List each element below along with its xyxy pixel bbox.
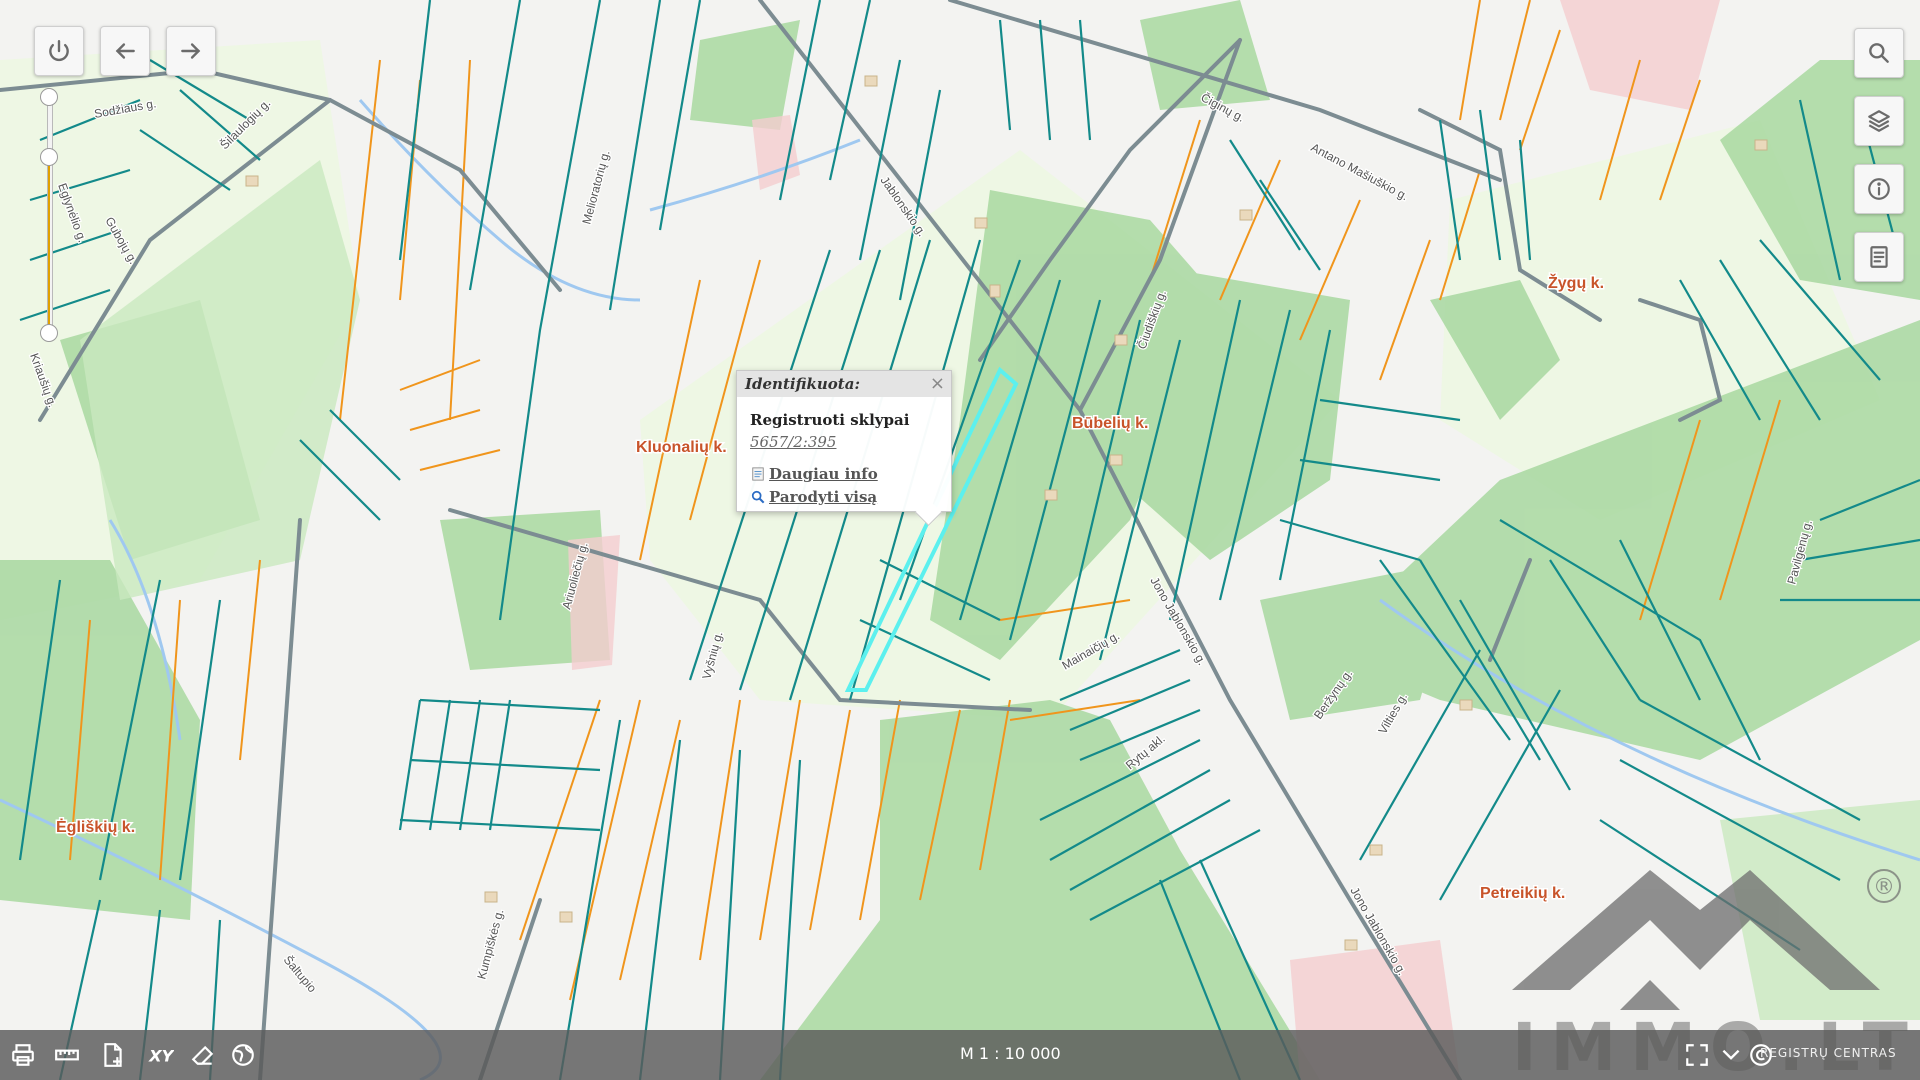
back-button[interactable] [100, 26, 150, 76]
zoom-level-handle[interactable] [40, 148, 58, 166]
chevron-down-icon [1722, 1049, 1740, 1060]
place-label: Kluonalių k. [636, 439, 727, 456]
provider-credit: REGISTRŲ CENTRAS [1760, 1046, 1897, 1060]
eraser-icon [191, 1045, 214, 1065]
identify-popup: Identifikuota: × Registruoti sklypai 565… [736, 370, 952, 526]
show-all-label: Parodyti visą [769, 488, 878, 506]
coordinates-button[interactable]: XY [146, 1040, 176, 1070]
magnifier-icon [751, 490, 765, 504]
search-icon [1869, 43, 1889, 63]
svg-text:XY: XY [148, 1047, 174, 1066]
power-button[interactable] [34, 26, 84, 76]
more-info-link[interactable]: Daugiau info [751, 465, 878, 483]
place-label: Ėgliškių k. [56, 818, 135, 836]
zoom-min-handle[interactable] [40, 324, 58, 342]
zoom-max-handle[interactable] [40, 88, 58, 106]
more-info-label: Daugiau info [769, 465, 878, 483]
layers-button[interactable] [1854, 96, 1904, 146]
print-icon [12, 1044, 34, 1066]
collapse-button[interactable] [1716, 1040, 1746, 1070]
popup-header: Identifikuota: [737, 371, 951, 397]
map-scale: M 1 : 10 000 [960, 1044, 1061, 1063]
place-label: Būbelių k. [1072, 415, 1148, 432]
fullscreen-button[interactable] [1682, 1040, 1712, 1070]
globe-button[interactable] [228, 1040, 258, 1070]
globe-icon [232, 1044, 254, 1066]
document-icon [752, 467, 764, 481]
layers-icon [1868, 110, 1890, 132]
measure-button[interactable] [52, 1040, 82, 1070]
add-document-icon [104, 1043, 122, 1067]
info-button[interactable] [1854, 164, 1904, 214]
xy-icon: XY [148, 1047, 174, 1066]
map-canvas[interactable]: Kluonalių k. Būbelių k. Žygų k. Ėgliškių k.… [0, 0, 1920, 1080]
zoom-fill [48, 166, 50, 334]
place-label: Žygų k. [1548, 273, 1604, 292]
parcel-id-link[interactable]: 5657/2:395 [750, 433, 836, 451]
legend-button[interactable] [1854, 232, 1904, 282]
legend-icon [1870, 246, 1888, 268]
arrow-right-icon [181, 43, 201, 59]
search-button[interactable] [1854, 28, 1904, 78]
eraser-button[interactable] [188, 1040, 218, 1070]
ruler-icon [55, 1049, 79, 1061]
fullscreen-icon [1686, 1044, 1708, 1066]
forward-button[interactable] [166, 26, 216, 76]
power-icon [49, 40, 69, 62]
zoom-slider[interactable] [40, 88, 58, 342]
print-button[interactable] [8, 1040, 38, 1070]
add-document-button[interactable] [98, 1040, 128, 1070]
popup-title: Registruoti sklypai [750, 411, 910, 429]
arrow-left-icon [115, 43, 135, 59]
place-label: Petreikių k. [1480, 885, 1565, 902]
info-icon [1868, 178, 1890, 200]
popup-close-button[interactable]: × [930, 373, 945, 394]
show-all-link[interactable]: Parodyti visą [751, 488, 877, 506]
